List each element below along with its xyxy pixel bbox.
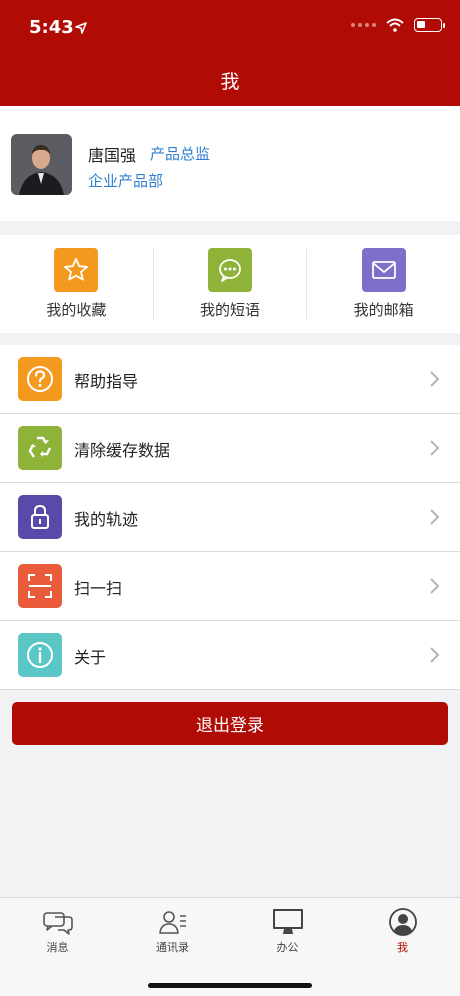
status-indicators [351,18,445,32]
chevron-right-icon [430,647,440,663]
menu-item-help[interactable]: 帮助指导 [0,345,460,414]
menu-item-track[interactable]: 我的轨迹 [0,483,460,552]
tab-contacts[interactable]: 通讯录 [115,898,230,996]
signal-icon [351,23,376,27]
recycle-icon [18,426,62,470]
tab-label: 我 [397,941,408,954]
avatar[interactable] [11,134,72,195]
menu-item-label: 我的轨迹 [74,510,139,529]
favorites-label: 我的收藏 [46,301,107,319]
user-name: 唐国强 [88,146,137,165]
logout-button[interactable]: 退出登录 [12,702,448,745]
monitor-icon [272,909,303,934]
battery-icon [414,18,445,32]
chevron-right-icon [430,371,440,387]
message-icon [42,912,73,935]
profile-icon [388,908,417,936]
star-icon [54,248,99,292]
tab-label: 办公 [276,941,299,954]
chevron-right-icon [430,509,440,525]
top-bar: 5:43 我 [0,0,460,106]
help-icon [18,357,62,401]
menu-item-scan[interactable]: 扫一扫 [0,552,460,621]
user-role: 产品总监 [150,145,211,163]
bottom-tab-bar: 消息 通讯录 办公 我 [0,897,460,996]
lock-icon [18,495,62,539]
user-department: 企业产品部 [88,172,164,190]
tab-label: 消息 [46,941,69,954]
mailbox-button[interactable]: 我的邮箱 [307,235,460,333]
scan-icon [18,564,62,608]
tab-label: 通讯录 [156,941,189,954]
home-indicator [148,983,312,988]
page-title: 我 [220,71,240,93]
phrases-button[interactable]: 我的短语 [154,235,307,333]
mailbox-label: 我的邮箱 [353,301,414,319]
location-arrow-icon [75,22,87,34]
status-time: 5:43 [29,17,74,38]
contacts-icon [158,911,186,934]
chat-bubble-icon [208,248,252,292]
tab-messages[interactable]: 消息 [0,898,115,996]
menu-item-clear-cache[interactable]: 清除缓存数据 [0,414,460,483]
quick-actions: 我的收藏 我的短语 我的邮箱 [0,235,460,333]
menu-item-label: 关于 [74,648,107,667]
phrases-label: 我的短语 [200,301,261,319]
mail-icon [361,248,406,292]
settings-menu: 帮助指导 清除缓存数据 我的轨迹 扫一扫 关于 [0,345,460,690]
menu-item-label: 清除缓存数据 [74,441,171,460]
chevron-right-icon [430,440,440,456]
profile-card[interactable]: 唐国强 产品总监 企业产品部 [0,106,460,221]
info-icon [18,633,62,677]
favorites-button[interactable]: 我的收藏 [0,235,153,333]
menu-item-about[interactable]: 关于 [0,621,460,690]
menu-item-label: 扫一扫 [74,579,123,598]
tab-office[interactable]: 办公 [230,898,345,996]
wifi-icon [386,18,404,32]
menu-item-label: 帮助指导 [74,372,139,391]
chevron-right-icon [430,578,440,594]
tab-me[interactable]: 我 [345,898,460,996]
